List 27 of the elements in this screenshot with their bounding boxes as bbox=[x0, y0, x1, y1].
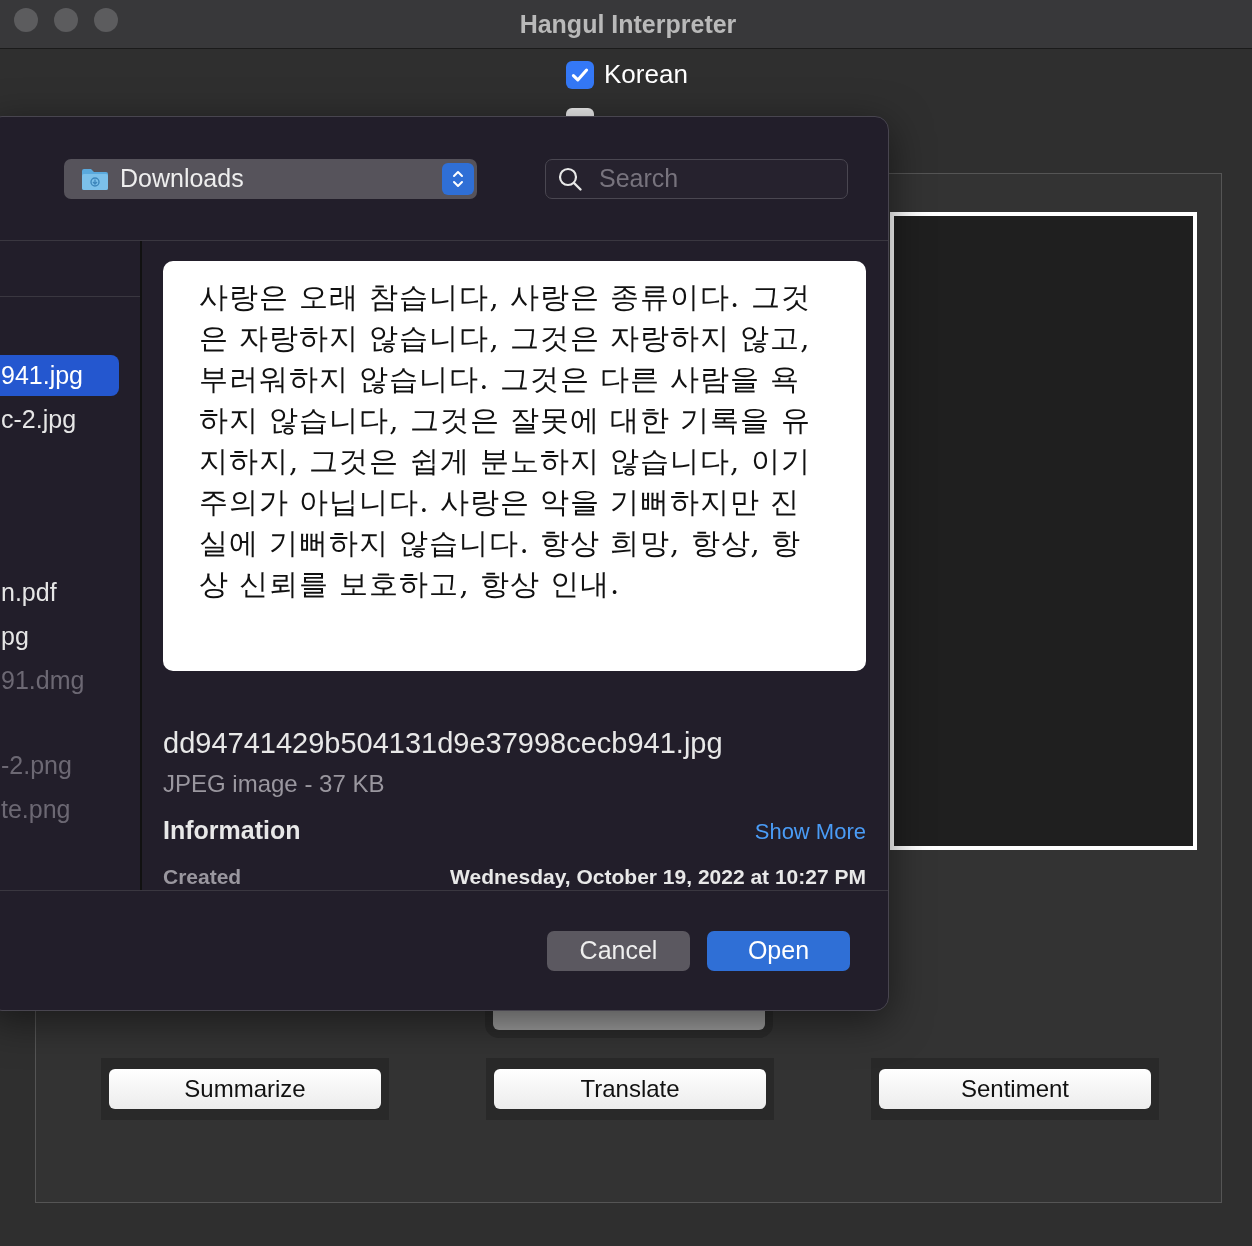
search-icon bbox=[557, 165, 583, 192]
checkbox[interactable] bbox=[566, 60, 594, 89]
show-more-link[interactable]: Show More bbox=[754, 819, 866, 845]
location-popup[interactable]: Downloads bbox=[64, 158, 477, 199]
korean-paragraph: 사랑은 오래 참습니다, 사랑은 종류이다. 그것은 자랑하지 않습니다, 그것은 자랑하지 않고, 부러워하지 않습니다. 그것은 다른 사람을 욕하지 않습니다, 그것은 잘못에 대한 기록을 유지하지, 그것은 쉽게 분노하지 않습니다, 이기주의가 아닙니다. 사랑은 악을 기뻐하지만 진실에 기뻐하지 않습니다. 항상 희망, 항상, 항상 신뢰를 보호하고, 항상 인내. bbox=[199, 279, 812, 603]
action-button[interactable]: Summarize bbox=[109, 1069, 381, 1109]
close-window-button[interactable] bbox=[14, 8, 38, 32]
checkbox-label: Korean bbox=[604, 59, 688, 90]
minimize-window-button[interactable] bbox=[54, 8, 78, 32]
section-heading: Information bbox=[163, 816, 301, 845]
file-name: dd94741429b504131d9e37998cecb941.jpg bbox=[163, 727, 724, 760]
open-button[interactable]: Open bbox=[707, 930, 850, 971]
stepper-icon bbox=[442, 162, 474, 195]
zoom-window-button[interactable] bbox=[94, 8, 118, 32]
action-button[interactable]: Translate bbox=[494, 1069, 766, 1109]
file-item[interactable]: pg bbox=[0, 616, 119, 657]
info-value: Wednesday, October 19, 2022 at 10:27 PM bbox=[450, 865, 866, 889]
cancel-button[interactable]: Cancel bbox=[547, 930, 690, 971]
file-item[interactable]: 941.jpg bbox=[0, 355, 119, 396]
file-kind-size: JPEG image - 37 KB bbox=[163, 770, 386, 798]
search-field[interactable]: Search bbox=[545, 158, 848, 199]
folder-icon bbox=[81, 166, 109, 191]
info-label: Created bbox=[163, 865, 242, 889]
window-title: Hangul Interpreter bbox=[519, 9, 737, 39]
action-button[interactable]: Sentiment bbox=[879, 1069, 1151, 1109]
file-item[interactable]: c-2.jpg bbox=[0, 399, 119, 440]
file-item[interactable]: n.pdf bbox=[0, 572, 119, 613]
